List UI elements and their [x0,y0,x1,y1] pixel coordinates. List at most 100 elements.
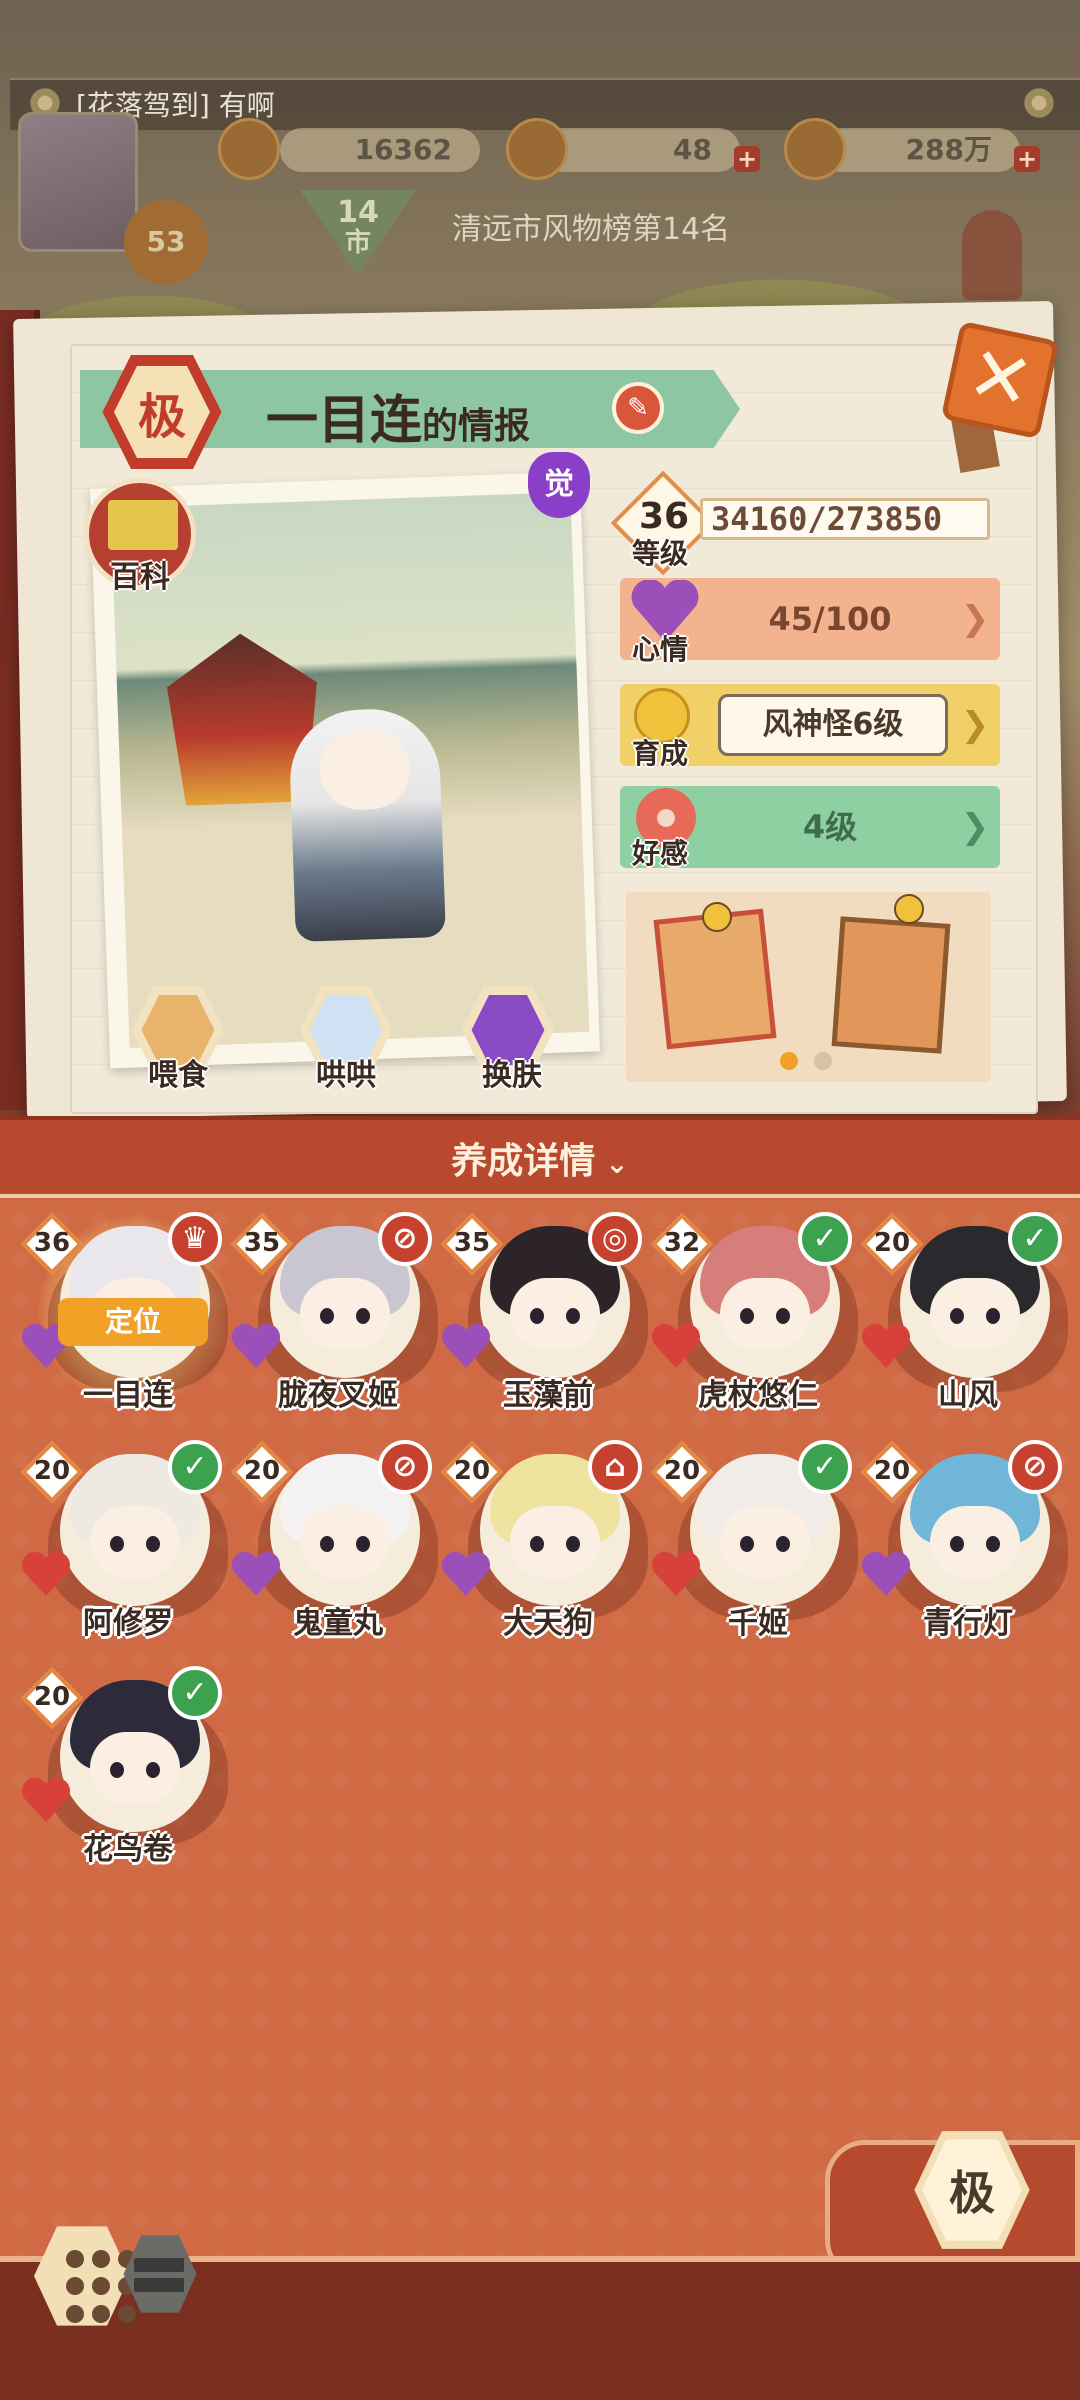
level-badge: 20 [20,1666,84,1730]
level-value: 20 [453,1456,491,1486]
awakened-badge: 觉 [528,452,590,518]
check-icon: ✓ [168,1666,222,1720]
no-status-icon: ⊘ [378,1212,432,1266]
chevron-right-icon: ❯ [960,807,990,847]
experience-bar: 34160/273850 [700,498,990,540]
level-value: 20 [873,1456,911,1486]
level-value: 35 [453,1228,491,1258]
resource-2-display: 48 [540,128,740,172]
character-name: 鬼童丸 [293,1606,383,1641]
hat-status-icon: ♛ [168,1212,222,1266]
level-badge: 20 [860,1212,924,1276]
character-face-art [90,1732,180,1804]
resource-3-display: 288万 [820,128,1020,172]
feed-label: 喂食 [148,1058,208,1093]
growth-label: 育成 [632,737,689,770]
level-badge: 20 [860,1440,924,1504]
character-card[interactable]: 35 ⊘ 胧夜叉姬 [228,1212,438,1422]
character-name: 虎杖悠仁 [698,1378,818,1413]
character-eye [110,1536,124,1552]
character-eye [986,1536,1000,1552]
character-name: 阿修罗 [83,1606,173,1641]
face-status-icon: ◎ [588,1212,642,1266]
character-name: 一目连 [83,1378,173,1413]
mood-value: 45/100 [768,600,892,638]
character-card[interactable]: 32 ✓ 虎杖悠仁 [648,1212,858,1422]
character-card[interactable]: 20 ✓ 花鸟卷 [18,1666,228,1876]
affection-value: 4级 [802,808,858,846]
character-eye [740,1308,754,1324]
chevron-down-icon: ⌄ [605,1147,629,1180]
character-eye [950,1536,964,1552]
check-icon: ✓ [168,1440,222,1494]
level-value: 20 [873,1228,911,1258]
level-badge: 20 [230,1440,294,1504]
character-card[interactable]: 20 ✓ 山风 [858,1212,1068,1422]
character-face-art [510,1506,600,1578]
crown-coin-icon [218,118,280,180]
city-rank-text: 清远市风物榜第14名 [452,212,731,247]
level-value: 20 [33,1682,71,1712]
character-eye [530,1308,544,1324]
character-card[interactable]: 20 ⊘ 鬼童丸 [228,1440,438,1650]
character-card[interactable]: 20 ✓ 千姬 [648,1440,858,1650]
level-badge: 35 [230,1212,294,1276]
player-avatar[interactable] [18,112,138,252]
character-face-art [300,1506,390,1578]
level-value: 20 [663,1456,701,1486]
character-card[interactable]: 35 ◎ 玉藻前 [438,1212,648,1422]
chevron-right-icon: ❯ [960,599,990,639]
character-name: 千姬 [728,1606,788,1641]
character-name: 大天狗 [503,1606,593,1641]
rename-pen-button[interactable]: ✎ [612,382,664,434]
character-face-art [930,1278,1020,1350]
character-card[interactable]: 20 ✓ 阿修罗 [18,1440,228,1650]
page-dot-1[interactable] [780,1052,798,1070]
level-value: 32 [663,1228,701,1258]
wiki-label: 百科 [110,560,170,595]
gift-card-daruma[interactable] [831,916,951,1054]
character-face-art [90,1506,180,1578]
flower-icon [1022,86,1056,120]
detail-toggle-label: 养成详情 ⌄ [451,1141,629,1182]
character-face-art [720,1278,810,1350]
affection-label: 好感 [632,837,689,870]
level-badge: 20 [20,1440,84,1504]
level-badge: 36 [20,1212,84,1276]
check-icon: ✓ [798,1440,852,1494]
growth-value: 风神怪6级 [718,694,948,756]
character-name: 胧夜叉姬 [278,1378,398,1413]
character-card[interactable]: 36 ♛ 定位一目连 [18,1212,228,1422]
character-face-art [510,1278,600,1350]
character-face-art [300,1278,390,1350]
character-name: 青行灯 [923,1606,1013,1641]
list-view-icon [134,2258,188,2302]
close-button[interactable]: ✕ [940,320,1060,440]
character-eye [110,1762,124,1778]
level-value: 20 [33,1456,71,1486]
locate-button[interactable]: 定位 [58,1298,208,1346]
level-badge: 32 [650,1212,714,1276]
page-title: 一目连的情报 [266,391,531,451]
character-eye [320,1536,334,1552]
book-icon [108,500,178,550]
page-dot-2[interactable] [814,1052,832,1070]
carp-banner-icon[interactable] [962,210,1022,300]
character-eye [950,1308,964,1324]
character-name: 花鸟卷 [83,1832,173,1867]
mood-label: 心情 [632,633,689,666]
character-eye [776,1308,790,1324]
no-status-icon: ⊘ [378,1440,432,1494]
character-face-art [930,1506,1020,1578]
add-resource-3-button[interactable]: + [1014,146,1040,172]
character-eye [146,1536,160,1552]
character-eye [356,1536,370,1552]
character-card[interactable]: 20 ⊘ 青行灯 [858,1440,1068,1650]
no-status-icon: ⊘ [1008,1440,1062,1494]
skin-label: 换肤 [482,1058,542,1093]
character-name: 山风 [938,1378,998,1413]
grid-view-icon [52,2240,136,2324]
character-card[interactable]: 20 ⌂ 大天狗 [438,1440,648,1650]
add-resource-2-button[interactable]: + [734,146,760,172]
character-name: 玉藻前 [503,1378,593,1413]
